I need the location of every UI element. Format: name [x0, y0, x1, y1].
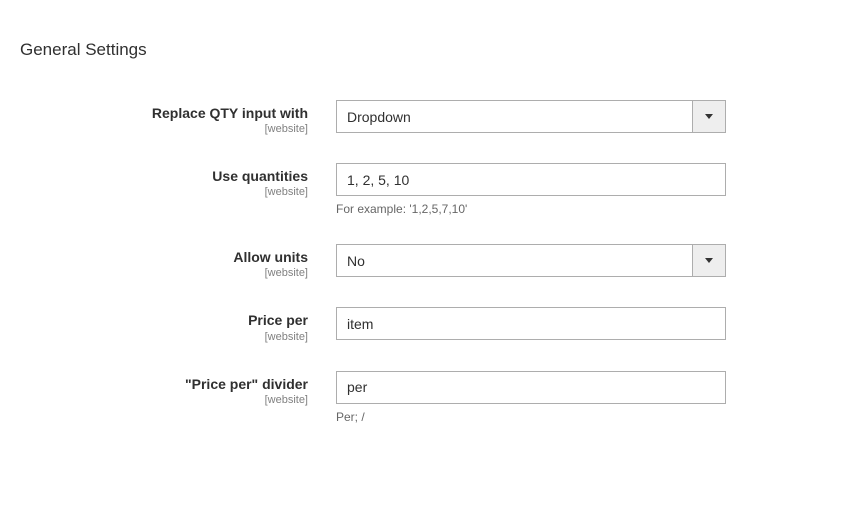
select-value: No: [337, 245, 692, 276]
scope-label: [website]: [20, 267, 308, 279]
field-hint: Per; /: [336, 410, 726, 424]
select-value: Dropdown: [337, 101, 692, 132]
label-col: Price per [website]: [20, 307, 336, 342]
field-label-use-quantities: Use quantities: [20, 167, 308, 185]
control-col: No: [336, 244, 726, 277]
field-row-use-quantities: Use quantities [website] For example: '1…: [20, 163, 839, 216]
label-col: "Price per" divider [website]: [20, 371, 336, 406]
field-label-allow-units: Allow units: [20, 248, 308, 266]
field-row-allow-units: Allow units [website] No: [20, 244, 839, 279]
replace-qty-select[interactable]: Dropdown: [336, 100, 726, 133]
price-per-input[interactable]: [336, 307, 726, 340]
control-col: For example: '1,2,5,7,10': [336, 163, 726, 216]
allow-units-select[interactable]: No: [336, 244, 726, 277]
label-col: Allow units [website]: [20, 244, 336, 279]
scope-label: [website]: [20, 186, 308, 198]
chevron-down-icon: [705, 258, 713, 263]
scope-label: [website]: [20, 394, 308, 406]
scope-label: [website]: [20, 123, 308, 135]
control-col: Dropdown: [336, 100, 726, 133]
scope-label: [website]: [20, 331, 308, 343]
field-row-price-per-divider: "Price per" divider [website] Per; /: [20, 371, 839, 424]
field-row-replace-qty: Replace QTY input with [website] Dropdow…: [20, 100, 839, 135]
field-label-price-per-divider: "Price per" divider: [20, 375, 308, 393]
label-col: Replace QTY input with [website]: [20, 100, 336, 135]
select-toggle-button[interactable]: [692, 101, 725, 132]
use-quantities-input[interactable]: [336, 163, 726, 196]
control-col: Per; /: [336, 371, 726, 424]
field-row-price-per: Price per [website]: [20, 307, 839, 342]
field-label-replace-qty: Replace QTY input with: [20, 104, 308, 122]
label-col: Use quantities [website]: [20, 163, 336, 198]
price-per-divider-input[interactable]: [336, 371, 726, 404]
general-settings-section: General Settings Replace QTY input with …: [0, 0, 859, 472]
section-title: General Settings: [20, 40, 839, 60]
field-label-price-per: Price per: [20, 311, 308, 329]
field-hint: For example: '1,2,5,7,10': [336, 202, 726, 216]
select-toggle-button[interactable]: [692, 245, 725, 276]
control-col: [336, 307, 726, 340]
chevron-down-icon: [705, 114, 713, 119]
